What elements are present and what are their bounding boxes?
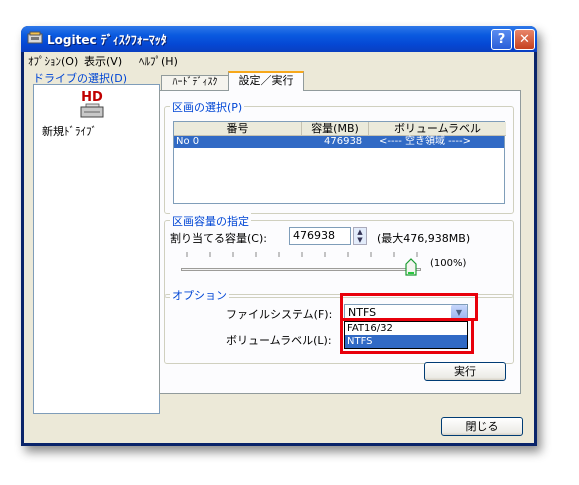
capacity-input[interactable]: 476938 [289,227,351,245]
menu-bar: ｵﾌﾟｼｮﾝ(O) 表示(V) ﾍﾙﾌﾟ(H) [24,52,534,69]
title-bar[interactable]: Logitec ﾃﾞｨｽｸﾌｫｰﾏｯﾀ ? ✕ [21,26,537,52]
window-title: Logitec ﾃﾞｨｽｸﾌｫｰﾏｯﾀ [47,33,167,47]
close-icon[interactable]: ✕ [514,29,535,50]
capacity-group-label: 区画容量の指定 [170,213,251,229]
drive-select-group: ドライブの選択(D) HD 新規ﾄﾞﾗｲﾌﾞ [28,70,160,415]
execute-button[interactable]: 実行 [424,362,506,381]
column-header-number[interactable]: 番号 [174,122,302,136]
file-system-label: ファイルシステム(F): [226,308,333,321]
annotation-highlight-dropdown [340,318,474,354]
volume-label-label: ボリュームラベル(L): [226,334,332,347]
help-button[interactable]: ? [491,29,512,50]
cell-capacity: 476938 [324,136,363,147]
disk-app-icon [27,31,43,44]
hd-icon-text: HD [81,90,103,105]
options-group-label: オプション [170,287,229,303]
slider-ticks [186,252,418,257]
tab-settings-execute[interactable]: 設定／実行 [228,71,304,91]
menu-help[interactable]: ﾍﾙﾌﾟ(H) [139,53,178,69]
close-dialog-button[interactable]: 閉じる [441,417,523,436]
percent-label: (100%) [430,258,467,269]
column-header-capacity[interactable]: 容量(MB) [302,122,369,136]
cell-number: No 0 [176,136,200,147]
max-capacity-label: (最大476,938MB) [377,232,471,245]
app-window: Logitec ﾃﾞｨｽｸﾌｫｰﾏｯﾀ ? ✕ ｵﾌﾟｼｮﾝ(O) 表示(V) … [21,26,537,446]
drive-list[interactable]: HD 新規ﾄﾞﾗｲﾌﾞ [33,84,160,414]
annotation-highlight-select [340,293,478,321]
capacity-slider-thumb[interactable] [405,258,417,276]
hd-icon[interactable]: HD [77,89,107,121]
partition-group-label: 区画の選択(P) [170,99,245,115]
column-header-volume-label[interactable]: ボリュームラベル [369,122,506,136]
capacity-slider-track[interactable] [181,268,421,271]
cell-volume-label: <---- 空き領域 ----> [379,136,471,147]
tab-harddisk[interactable]: ﾊｰﾄﾞﾃﾞｨｽｸ [161,75,229,90]
table-row[interactable]: No 0 476938 <---- 空き領域 ----> [174,136,504,148]
capacity-field-label: 割り当てる容量(C): [170,232,267,245]
drive-item-label: 新規ﾄﾞﾗｲﾌﾞ [42,125,97,138]
partition-table[interactable]: 番号 容量(MB) ボリュームラベル No 0 476938 <---- 空き領… [173,121,506,204]
menu-view[interactable]: 表示(V) [84,53,122,69]
capacity-spinner[interactable]: ▲ ▼ [353,227,367,245]
menu-options[interactable]: ｵﾌﾟｼｮﾝ(O) [28,53,78,69]
